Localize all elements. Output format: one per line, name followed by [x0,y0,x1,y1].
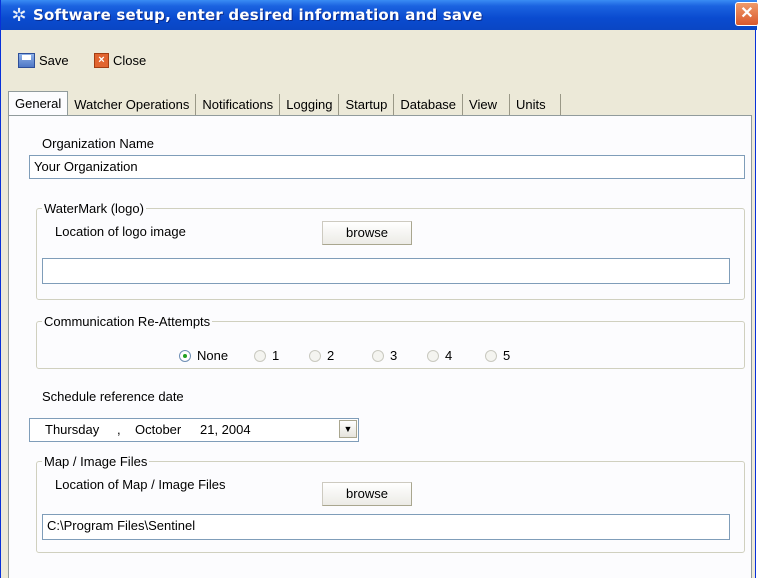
comm-radio-1[interactable]: 1 [254,348,279,363]
general-tab-panel: Organization Name Your Organization Wate… [8,115,752,578]
save-button[interactable]: Save [18,53,69,68]
comm-radio-5[interactable]: 5 [485,348,510,363]
schedule-date-label: Schedule reference date [42,389,184,404]
chevron-down-icon[interactable]: ▼ [339,420,357,438]
save-label: Save [39,53,69,68]
watermark-group-label: WaterMark (logo) [42,201,146,216]
organization-name-label: Organization Name [42,136,154,151]
comm-radio-2[interactable]: 2 [309,348,334,363]
comm-radio-5-label: 5 [503,348,511,363]
logo-path-input[interactable] [42,258,730,284]
toolbar: Save × Close [1,30,757,68]
tab-strip: General Watcher Operations Notifications… [8,91,561,116]
comm-radio-2-label: 2 [327,348,335,363]
comm-radio-3[interactable]: 3 [372,348,397,363]
map-files-group-label: Map / Image Files [42,454,150,469]
tab-startup[interactable]: Startup [339,94,395,116]
radio-selected-icon [179,349,191,362]
tab-view[interactable]: View [463,94,510,116]
comm-radio-none[interactable]: None [179,348,228,363]
window-title: Software setup, enter desired informatio… [33,6,483,24]
schedule-date-picker[interactable]: Thursday , October 21, 2004 ▼ [29,418,359,442]
tab-logging[interactable]: Logging [280,94,340,116]
date-separator: , [117,422,121,437]
comm-radio-4-label: 4 [445,348,453,363]
title-bar[interactable]: ✲ Software setup, enter desired informat… [1,0,759,30]
map-path-input[interactable]: C:\Program Files\Sentinel [42,514,730,540]
setup-dialog: ✲ Software setup, enter desired informat… [0,0,759,578]
tab-notifications[interactable]: Notifications [196,94,281,116]
date-weekday: Thursday [45,422,100,437]
radio-icon [485,349,497,362]
tab-database[interactable]: Database [394,94,464,116]
tab-general[interactable]: General [8,91,69,116]
window-close-button[interactable]: ✕ [735,2,759,26]
gear-icon: ✲ [11,5,27,25]
close-button[interactable]: × Close [94,53,146,68]
close-label: Close [113,53,147,68]
radio-icon [254,349,266,362]
comm-radio-4[interactable]: 4 [427,348,452,363]
organization-name-input[interactable]: Your Organization [29,155,745,179]
radio-icon [372,349,384,362]
comm-radio-none-label: None [197,348,229,363]
comm-radio-1-label: 1 [272,348,280,363]
logo-location-label: Location of logo image [55,224,186,239]
date-day-year: 21, 2004 [200,422,251,437]
radio-icon [427,349,439,362]
close-icon: × [94,53,109,68]
logo-browse-button[interactable]: browse [322,221,412,245]
save-icon [18,53,35,68]
tab-units[interactable]: Units [510,94,561,116]
radio-icon [309,349,321,362]
map-browse-button[interactable]: browse [322,482,412,506]
comm-radio-3-label: 3 [390,348,398,363]
map-location-label: Location of Map / Image Files [55,477,226,492]
communication-group-label: Communication Re-Attempts [42,314,213,329]
tab-watcher-operations[interactable]: Watcher Operations [68,94,197,116]
date-month: October [135,422,182,437]
